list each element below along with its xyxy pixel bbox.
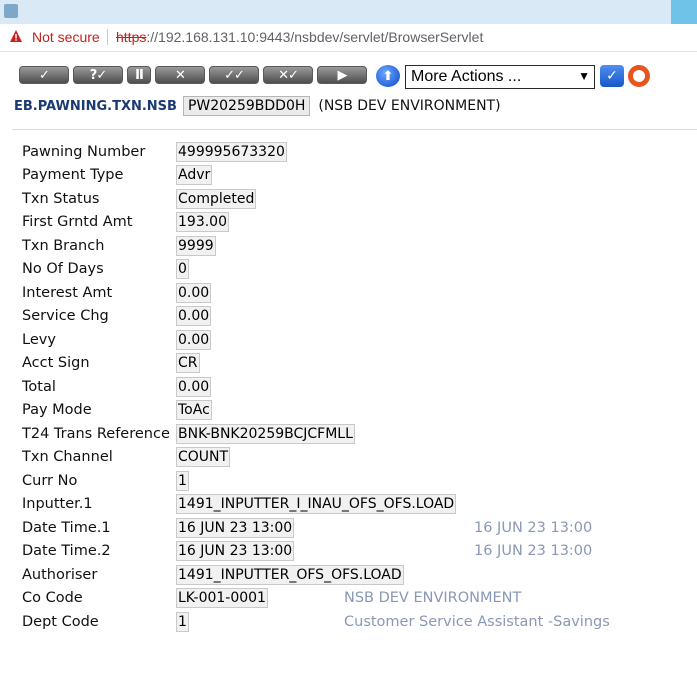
field-value: 499995673320 — [176, 142, 287, 162]
chevron-down-icon: ▼ — [578, 69, 590, 83]
record-header: EB.PAWNING.TXN.NSB PW20259BDD0H (NSB DEV… — [14, 95, 501, 117]
more-actions-select[interactable]: More Actions ... ▼ — [405, 65, 595, 89]
not-secure-label[interactable]: Not secure — [32, 29, 100, 45]
field-label: Co Code — [22, 590, 83, 606]
field-value: 1 — [176, 612, 189, 632]
next-icon: ▶ — [337, 67, 348, 83]
field-label: Txn Branch — [22, 238, 105, 254]
reverse-button[interactable]: ✕✓ — [263, 66, 313, 84]
commit-button[interactable]: ✓ — [19, 66, 69, 84]
field-label: First Grntd Amt — [22, 214, 133, 230]
divider — [12, 129, 697, 130]
field-label: T24 Trans Reference — [22, 426, 170, 442]
address-separator — [107, 29, 108, 45]
authorise-button[interactable]: ✓✓ — [209, 66, 259, 84]
field-value: 0.00 — [176, 283, 212, 303]
commit-icon: ✓ — [39, 67, 50, 83]
return-up-button[interactable]: ⬆ — [376, 65, 400, 87]
field-value: 0.00 — [176, 330, 212, 350]
field-value: 16 JUN 23 13:00 — [176, 541, 295, 561]
url-scheme: https — [116, 29, 147, 45]
record-id: PW20259BDD0H — [182, 96, 311, 116]
field-value: ToAc — [176, 400, 212, 420]
up-arrow-icon: ⬆ — [382, 68, 394, 84]
field-label: Interest Amt — [22, 285, 113, 301]
go-button[interactable]: ✓ — [600, 65, 624, 87]
field-label: Acct Sign — [22, 355, 90, 371]
field-enrichment: Customer Service Assistant -Savings — [344, 614, 610, 630]
checkmark-icon: ✓ — [606, 68, 618, 84]
field-label: Pay Mode — [22, 402, 92, 418]
more-actions-value: More Actions ... — [411, 68, 522, 85]
field-label: Levy — [22, 332, 56, 348]
field-value: COUNT — [176, 447, 231, 467]
field-label: Txn Channel — [22, 449, 113, 465]
authorise-icon: ✓✓ — [224, 67, 245, 83]
field-label: Curr No — [22, 473, 78, 489]
field-value: 0.00 — [176, 306, 212, 326]
help-lifebuoy-button[interactable] — [628, 65, 650, 87]
field-label: Txn Status — [22, 191, 100, 207]
field-value: 1 — [176, 471, 189, 491]
field-value: Advr — [176, 165, 213, 185]
field-value: 1491_INPUTTER_OFS_OFS.LOAD — [176, 565, 404, 585]
field-enrichment: 16 JUN 23 13:00 — [474, 520, 593, 536]
url-path: ://192.168.131.10:9443/nsbdev/servlet/Br… — [146, 29, 484, 45]
hold-icon: II — [135, 67, 144, 83]
delete-icon: ✕ — [175, 67, 186, 83]
window-titlebar — [0, 0, 697, 24]
reverse-icon: ✕✓ — [278, 67, 299, 83]
validate-icon: ?✓ — [89, 67, 107, 83]
field-value: 16 JUN 23 13:00 — [176, 518, 295, 538]
field-value: 1491_INPUTTER_I_INAU_OFS_OFS.LOAD — [176, 494, 457, 514]
browser-tab-icon — [4, 4, 18, 18]
field-value: 0.00 — [176, 377, 212, 397]
field-enrichment: 16 JUN 23 13:00 — [474, 543, 593, 559]
field-value: CR — [176, 353, 200, 373]
field-label: Payment Type — [22, 167, 124, 183]
field-value: LK-001-0001 — [176, 588, 268, 608]
window-control[interactable] — [671, 0, 697, 24]
url-text[interactable]: https://192.168.131.10:9443/nsbdev/servl… — [116, 29, 483, 45]
warning-icon — [10, 30, 22, 42]
field-label: Date Time.1 — [22, 520, 111, 536]
field-value: 193.00 — [176, 212, 229, 232]
environment-name: (NSB DEV ENVIRONMENT) — [318, 98, 501, 114]
field-label: Authoriser — [22, 567, 98, 583]
field-enrichment: NSB DEV ENVIRONMENT — [344, 590, 522, 606]
field-value: Completed — [176, 189, 257, 209]
field-value: 9999 — [176, 236, 216, 256]
field-label: Date Time.2 — [22, 543, 111, 559]
application-name: EB.PAWNING.TXN.NSB — [14, 98, 177, 114]
field-label: Service Chg — [22, 308, 109, 324]
field-label: Pawning Number — [22, 144, 146, 160]
validate-button[interactable]: ?✓ — [73, 66, 123, 84]
field-value: 0 — [176, 259, 189, 279]
field-label: Inputter.1 — [22, 496, 93, 512]
delete-button[interactable]: ✕ — [155, 66, 205, 84]
address-bar[interactable]: Not secure https://192.168.131.10:9443/n… — [0, 24, 697, 52]
field-label: Total — [22, 379, 56, 395]
field-label: Dept Code — [22, 614, 99, 630]
next-button[interactable]: ▶ — [317, 66, 367, 84]
field-value: BNK-BNK20259BCJCFMLL — [176, 424, 355, 444]
field-label: No Of Days — [22, 261, 104, 277]
hold-button[interactable]: II — [127, 66, 151, 84]
transaction-toolbar: ✓ ?✓ II ✕ ✓✓ ✕✓ ▶ ⬆ More Actions ... ▼ ✓ — [14, 62, 684, 92]
